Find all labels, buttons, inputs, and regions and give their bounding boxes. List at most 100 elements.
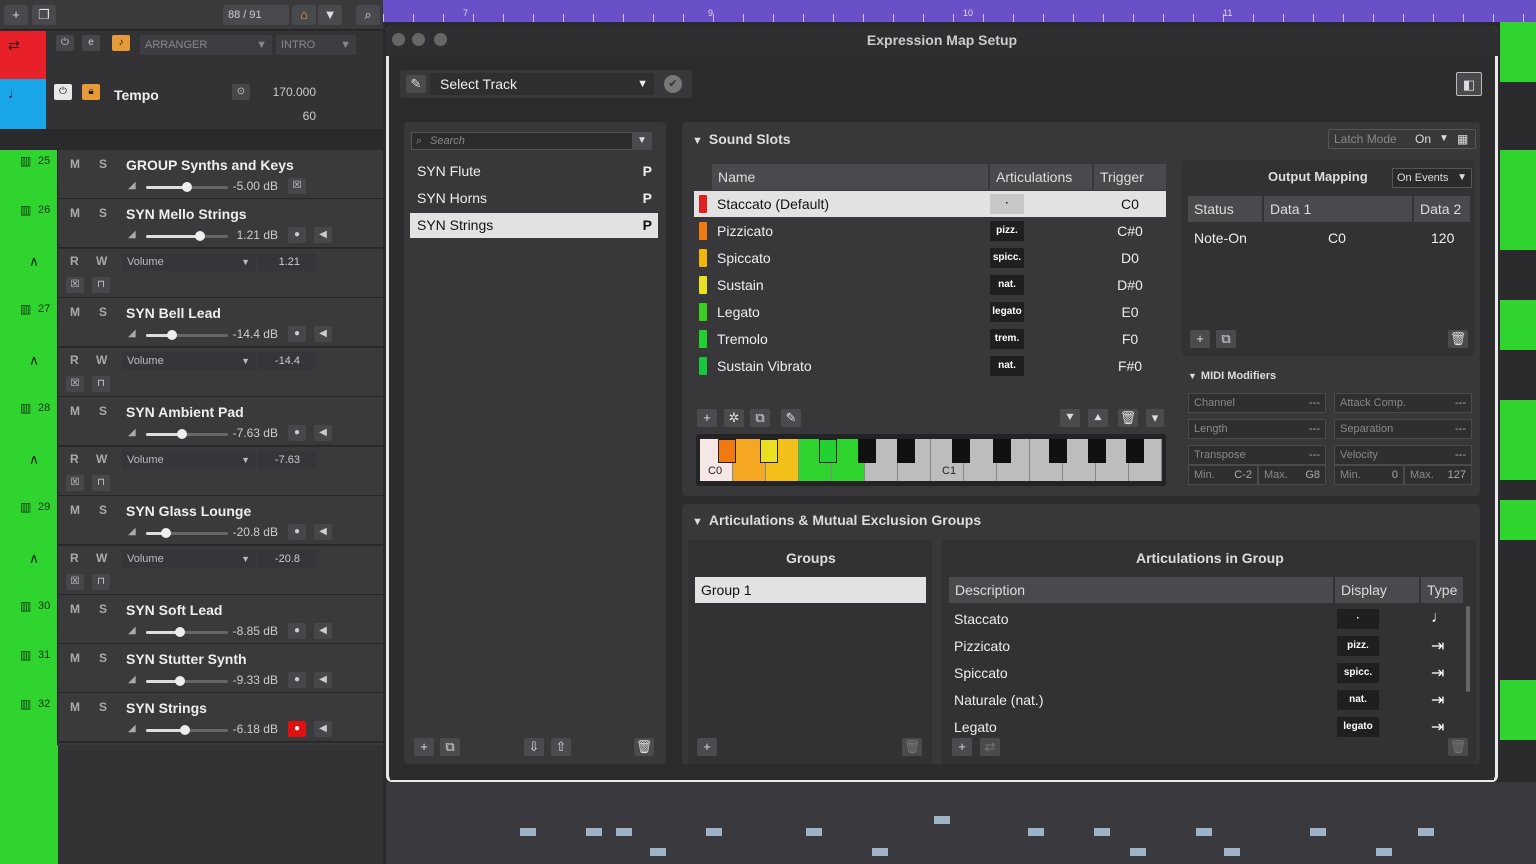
add-slot-icon[interactable]: + (697, 409, 717, 427)
automation-lane[interactable]: R W Volume ▼ -7.63 ☒ ⊓ (58, 447, 383, 496)
delete-map-icon[interactable]: 🗑︎ (634, 738, 654, 756)
transpose-max[interactable]: Max. G8 (1258, 465, 1326, 485)
midi-note[interactable] (1376, 848, 1392, 856)
slot-articulation[interactable]: · (990, 194, 1024, 214)
aig-display[interactable]: nat. (1337, 690, 1379, 710)
velocity-field[interactable]: Velocity --- (1334, 445, 1472, 465)
col-name[interactable]: Name (712, 164, 988, 190)
midi-note[interactable] (1224, 848, 1240, 856)
arranger-select[interactable]: ARRANGER ▼ (140, 35, 272, 55)
unlock-icon[interactable]: ⊓ (92, 277, 110, 293)
slot-name[interactable]: Legato (717, 304, 760, 320)
unlock-icon[interactable]: ⊓ (92, 574, 110, 590)
track-header[interactable]: M S SYN Soft Lead ◢ -8.85 dB ● ◀ (58, 595, 383, 644)
solo-button[interactable]: S (94, 303, 112, 321)
slot-articulation[interactable]: nat. (990, 275, 1024, 295)
import-icon[interactable]: ⇩ (524, 738, 544, 756)
aig-display[interactable]: spicc. (1337, 663, 1379, 683)
output-data2[interactable]: 120 (1431, 230, 1454, 246)
track-name[interactable]: SYN Mello Strings (126, 206, 247, 222)
volume-fader[interactable] (146, 725, 228, 735)
track-header[interactable]: M S SYN Glass Lounge ◢ -20.8 dB ● ◀ (58, 496, 383, 545)
velocity-min[interactable]: Min. 0 (1334, 465, 1404, 485)
slot-trigger[interactable]: C0 (1100, 196, 1160, 212)
automation-value[interactable]: -14.4 (258, 352, 316, 370)
power-icon[interactable]: ⏻ (56, 35, 74, 51)
length-field[interactable]: Length --- (1188, 419, 1326, 439)
slot-articulation[interactable]: pizz. (990, 221, 1024, 241)
write-button[interactable]: W (96, 551, 107, 565)
black-key[interactable] (1088, 439, 1106, 463)
midi-note[interactable] (1418, 828, 1434, 836)
write-button[interactable]: W (96, 254, 107, 268)
delete-output-icon[interactable]: 🗑︎ (1448, 330, 1468, 348)
speaker-icon[interactable]: ◀ (314, 425, 332, 441)
map-search-input[interactable]: ⌕ Search (411, 132, 651, 150)
mute-button[interactable]: M (66, 402, 84, 420)
midi-note[interactable] (650, 848, 666, 856)
col-type[interactable]: Type (1421, 577, 1463, 603)
delete-articulation-icon[interactable]: 🗑︎ (1448, 738, 1468, 756)
volume-fader[interactable] (146, 429, 228, 439)
solo-button[interactable]: S (94, 402, 112, 420)
output-data1[interactable]: C0 (1328, 230, 1346, 246)
groups-section-title[interactable]: ▼ Articulations & Mutual Exclusion Groups (692, 512, 981, 528)
volume-fader[interactable] (146, 528, 228, 538)
tempo-sub[interactable]: 60 (258, 109, 316, 123)
track-header[interactable]: M S SYN Bell Lead ◢ -14.4 dB ● ◀ (58, 298, 383, 347)
unlock-icon[interactable]: ⊓ (92, 376, 110, 392)
output-mode-select[interactable]: On Events ▼ (1392, 168, 1472, 188)
volume-fader[interactable] (146, 231, 228, 241)
black-key[interactable] (897, 439, 915, 463)
midi-note[interactable] (1028, 828, 1044, 836)
slot-trigger[interactable]: D#0 (1100, 277, 1160, 293)
black-key[interactable] (1049, 439, 1067, 463)
automation-close-icon[interactable]: ☒ (66, 475, 84, 491)
solo-button[interactable]: S (94, 204, 112, 222)
duplicate-slot-icon[interactable]: ⧉ (750, 409, 770, 427)
midi-note[interactable] (1196, 828, 1212, 836)
folder-icon[interactable]: ❐ (32, 5, 56, 25)
record-icon[interactable]: ● (288, 227, 306, 243)
mute-button[interactable]: M (66, 600, 84, 618)
midi-note[interactable] (706, 828, 722, 836)
automation-lane[interactable]: R W Volume ▼ 1.21 ☒ ⊓ (58, 249, 383, 298)
write-button[interactable]: W (96, 452, 107, 466)
sound-slots-title[interactable]: ▼ Sound Slots (692, 131, 791, 147)
volume-fader[interactable] (146, 676, 228, 686)
speaker-icon[interactable]: ◀ (314, 227, 332, 243)
direction-icon[interactable]: ⇥ (1431, 663, 1444, 683)
filter-icon[interactable]: ▼ (632, 132, 652, 150)
mute-button[interactable]: M (66, 698, 84, 716)
midi-note[interactable] (806, 828, 822, 836)
aig-row[interactable]: Staccato · ♩ (949, 606, 1463, 632)
black-key[interactable] (760, 439, 778, 463)
aig-row[interactable]: Pizzicato pizz. ⇥ (949, 633, 1463, 659)
slot-trigger[interactable]: E0 (1100, 304, 1160, 320)
add-map-icon[interactable]: + (414, 738, 434, 756)
mute-button[interactable]: M (66, 303, 84, 321)
speaker-icon[interactable]: ◀ (314, 623, 332, 639)
duplicate-map-icon[interactable]: ⧉ (440, 738, 460, 756)
midi-note[interactable] (1094, 828, 1110, 836)
latch-mode-control[interactable]: Latch Mode On ▼ ▦ (1328, 129, 1476, 149)
direction-icon[interactable]: ⇥ (1431, 636, 1444, 656)
aig-description[interactable]: Legato (954, 719, 997, 735)
slot-name[interactable]: Sustain Vibrato (717, 358, 812, 374)
speaker-icon[interactable]: ◀ (314, 524, 332, 540)
slot-articulation[interactable]: nat. (990, 356, 1024, 376)
aig-description[interactable]: Naturale (nat.) (954, 692, 1043, 708)
slot-row[interactable]: Pizzicato pizz. C#0 (694, 218, 1166, 244)
channel-field[interactable]: Channel --- (1188, 393, 1326, 413)
track-name[interactable]: SYN Soft Lead (126, 602, 222, 618)
slot-articulation[interactable]: legato (990, 302, 1024, 322)
aig-row[interactable]: Naturale (nat.) nat. ⇥ (949, 687, 1463, 713)
add-articulation-icon[interactable]: + (952, 738, 972, 756)
automation-param-select[interactable]: Volume▼ (122, 352, 256, 370)
solo-button[interactable]: S (94, 600, 112, 618)
direction-icon[interactable]: ⇥ (1431, 717, 1444, 737)
speaker-icon[interactable]: ◀ (314, 326, 332, 342)
col-data1[interactable]: Data 1 (1264, 196, 1412, 222)
check-icon[interactable]: ✔ (664, 75, 682, 93)
solo-button[interactable]: S (94, 155, 112, 173)
